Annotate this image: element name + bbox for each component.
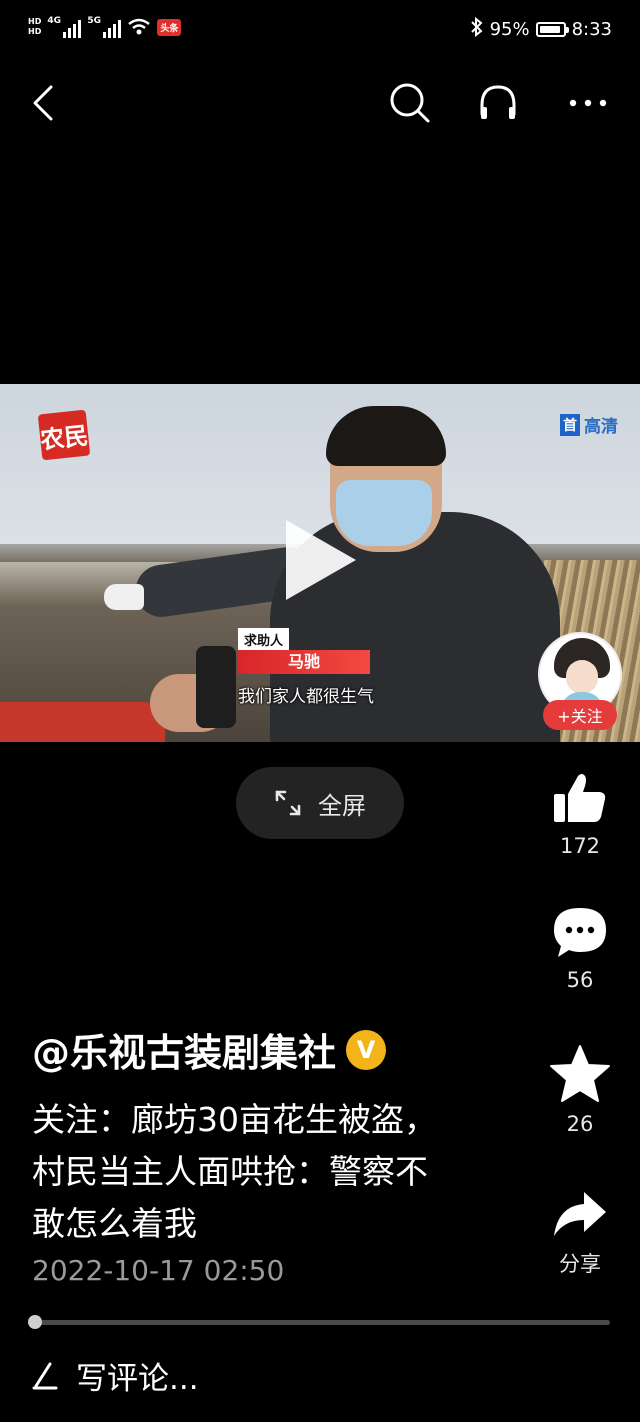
fullscreen-label: 全屏 — [318, 791, 366, 820]
search-icon — [390, 83, 430, 123]
author-handle[interactable]: @乐视古装剧集社 — [32, 1022, 336, 1077]
star-icon — [550, 1045, 610, 1102]
channel-logo-left: 农民 — [37, 409, 91, 461]
hd-indicator: HD HD — [28, 17, 41, 37]
thumbs-up-icon — [554, 774, 606, 822]
bluetooth-icon — [470, 16, 484, 42]
video-scene-glove — [104, 584, 144, 610]
post-date: 2022-10-17 02:50 — [32, 1254, 285, 1287]
battery-fill — [539, 26, 561, 33]
video-progress-bar[interactable] — [28, 1315, 610, 1329]
comment-button[interactable]: 56 — [520, 906, 640, 992]
top-nav — [0, 70, 640, 140]
share-label: 分享 — [559, 1252, 601, 1276]
status-left: HD HD 4G 5G 头条 — [28, 16, 182, 38]
comment-input[interactable]: 写评论... — [32, 1350, 199, 1400]
progress-knob[interactable] — [28, 1315, 42, 1329]
comment-bubble-icon — [554, 908, 606, 957]
search-button[interactable] — [380, 70, 440, 136]
network-label-5g: 5G — [87, 16, 101, 26]
avatar-face — [566, 660, 598, 694]
network-label-4g: 4G — [47, 16, 61, 26]
channel-logo-text: 高清 — [584, 417, 618, 437]
like-button[interactable]: 172 — [520, 770, 640, 858]
comment-count: 56 — [566, 968, 594, 992]
back-button[interactable] — [14, 70, 74, 136]
share-button[interactable]: 分享 — [520, 1190, 640, 1278]
battery-icon — [535, 22, 569, 37]
follow-button[interactable]: +关注 — [543, 700, 617, 730]
post-title[interactable]: 关注：廊坊30亩花生被盗，村民当主人面哄抢：警察不敢怎么着我 — [32, 1094, 452, 1250]
video-scene-hair — [326, 406, 446, 466]
signal-5g-icon: 5G — [87, 16, 122, 38]
caption-subtitle: 我们家人都很生气 — [238, 687, 374, 707]
expand-icon — [275, 790, 301, 816]
hd-label-1: HD — [28, 17, 42, 26]
wifi-icon — [127, 17, 151, 37]
headphones-icon — [480, 85, 516, 119]
video-scene-microphone — [196, 646, 236, 728]
favorite-button[interactable]: 26 — [520, 1044, 640, 1136]
channel-logo-block: 首 — [560, 413, 580, 436]
play-icon[interactable] — [286, 520, 356, 600]
video-scene-reporter-arm — [0, 702, 165, 742]
hd-label-2: HD — [28, 27, 42, 36]
signal-4g-icon: 4G — [47, 16, 82, 38]
comment-placeholder[interactable]: 写评论... — [76, 1353, 199, 1398]
more-button[interactable] — [558, 70, 618, 136]
clock: 8:33 — [571, 19, 612, 40]
battery-percent: 95% — [489, 19, 530, 40]
author-name[interactable]: @乐视古装剧集社 V — [32, 1022, 387, 1077]
fullscreen-button[interactable]: 全屏 — [236, 767, 404, 839]
caption-role-tag: 求助人 — [238, 628, 290, 651]
more-icon — [569, 99, 607, 107]
caption-name: 马驰 — [238, 650, 370, 674]
share-arrow-icon — [554, 1192, 606, 1236]
listen-button[interactable] — [468, 70, 528, 136]
status-bar: HD HD 4G 5G 头条 95% 8:33 — [0, 0, 640, 60]
verified-badge-icon: V — [346, 1029, 387, 1070]
video-player[interactable]: 农民 首 高清 求助人 马驰 我们家人都很生气 — [0, 384, 640, 742]
like-count: 172 — [559, 834, 601, 858]
toutiao-app-badge: 头条 — [157, 18, 182, 36]
pen-icon — [32, 1362, 58, 1390]
status-right: 95% 8:33 — [470, 16, 612, 42]
favorite-count: 26 — [566, 1112, 594, 1136]
channel-logo-right: 首 高清 — [560, 412, 618, 437]
back-icon — [33, 85, 53, 121]
